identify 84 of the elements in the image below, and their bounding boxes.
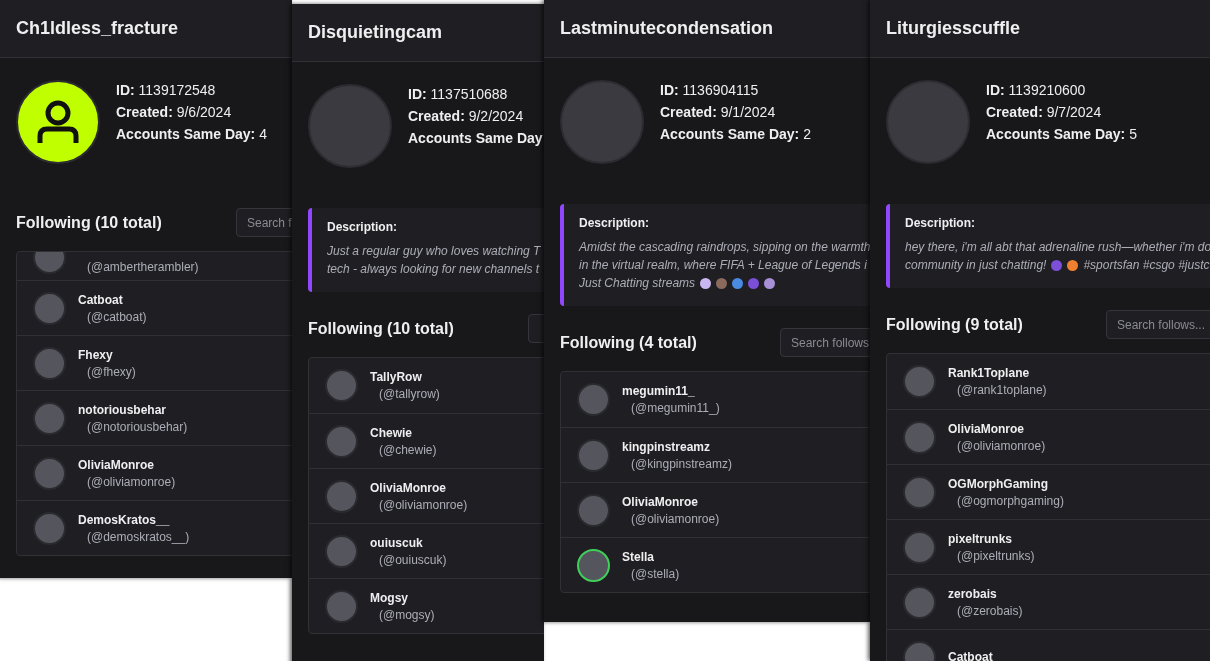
channel-handle: (@ogmorphgaming): [956, 493, 1064, 508]
info-line: Created: 9/1/2024: [660, 104, 777, 121]
description-text: hey there, i'm all abt that adrenaline rush—whether i'm do: [905, 239, 1210, 256]
description-text: #sportsfan #csgo #justc: [1083, 257, 1210, 274]
channel-name: Chewie: [370, 425, 413, 440]
description-text: Just Chatting streams: [579, 275, 696, 292]
channel-handle: (@kingpinstreamz): [630, 456, 732, 471]
description-text: Just a regular guy who loves watching T: [327, 243, 541, 260]
info-line: Created: 9/6/2024: [116, 104, 233, 121]
description-label: Description:: [579, 216, 650, 230]
channel-name: OliviaMonroe: [78, 457, 155, 472]
following-heading: Following (4 total): [560, 333, 698, 352]
channel-handle: (@pixeltrunks): [956, 548, 1035, 563]
info-line: Accounts Same Day: 2: [660, 126, 811, 143]
follow-row[interactable]: megumin11_ (@megumin11_): [561, 372, 870, 427]
info-line: Created: 9/2/2024: [408, 108, 525, 125]
channel-handle: (@catboat): [86, 309, 147, 324]
info-line: ID: 1136904115: [660, 82, 760, 99]
search-field[interactable]: Search follows...: [1106, 310, 1210, 339]
channel-handle: (@zerobais): [956, 603, 1023, 618]
description-text: in the virtual realm, where FIFA + League of Legends i: [579, 257, 867, 274]
channel-handle: (@tallyrow): [378, 387, 440, 401]
info-line: Accounts Same Day: [408, 130, 543, 147]
channel-name: OliviaMonroe: [622, 494, 699, 509]
channel-handle: (@ouiuscuk): [378, 552, 447, 567]
follow-row[interactable]: OliviaMonroe (@oliviamonroe): [887, 409, 1210, 464]
channel-name: Mogsy: [370, 590, 409, 605]
channel-handle: (@stella): [630, 566, 680, 581]
channel-name: megumin11_: [622, 384, 696, 398]
following-heading: Following (10 total): [16, 213, 163, 232]
follow-row[interactable]: OGMorphGaming (@ogmorphgaming): [887, 464, 1210, 519]
channel-name: OliviaMonroe: [370, 480, 447, 495]
info-line: ID: 1137510688: [408, 86, 509, 103]
channel-handle: (@ambertherambler): [86, 260, 199, 274]
info-line: Accounts Same Day: 4: [116, 126, 267, 143]
channel-handle: (@rank1toplane): [956, 383, 1047, 397]
description-text: Amidst the cascading raindrops, sipping on the warmth: [579, 239, 870, 256]
following-heading: Following (9 total): [886, 315, 1024, 334]
username-title: Disquietingcam: [308, 22, 443, 43]
channel-name: OliviaMonroe: [948, 421, 1025, 436]
description-text: community in just chatting!: [905, 257, 1047, 274]
follow-row[interactable]: Rank1Toplane (@rank1toplane): [887, 354, 1210, 409]
channel-name: TallyRow: [370, 370, 423, 384]
follow-row[interactable]: pixeltrunks (@pixeltrunks): [887, 519, 1210, 574]
follow-row[interactable]: Catboat: [887, 629, 1210, 661]
channel-handle: (@notoriousbehar): [86, 419, 188, 434]
channel-handle: (@oliviamonroe): [378, 497, 468, 512]
username-title: Liturgiesscuffle: [886, 18, 1021, 39]
username-title: Ch1ldless_fracture: [16, 18, 179, 39]
description-label: Description:: [905, 216, 976, 230]
following-heading: Following (10 total): [308, 319, 455, 338]
follow-row[interactable]: TallyRow (@tallyrow): [309, 358, 544, 413]
channel-handle: (@oliviamonroe): [630, 511, 720, 526]
person-icon: [35, 99, 81, 145]
description-label: Description:: [327, 220, 398, 234]
channel-handle: (@chewie): [378, 442, 437, 457]
description-text: tech - always looking for new channels t: [327, 261, 540, 278]
channel-name: OGMorphGaming: [948, 476, 1049, 491]
channel-name: zerobais: [948, 586, 998, 601]
follow-row[interactable]: (@ambertherambler): [17, 252, 292, 280]
info-line: Created: 9/7/2024: [986, 104, 1103, 121]
channel-name: Fhexy: [78, 347, 114, 362]
search-field[interactable]: Search f: [236, 208, 292, 237]
channel-name: notoriousbehar: [78, 402, 167, 417]
info-line: Accounts Same Day: 5: [986, 126, 1137, 143]
channel-name: kingpinstreamz: [622, 439, 712, 454]
channel-name: Catboat: [78, 292, 124, 307]
channel-handle: (@fhexy): [86, 364, 136, 379]
channel-name: Rank1Toplane: [948, 366, 1031, 380]
channel-name: DemosKratos__: [78, 512, 171, 527]
channel-handle: (@mogsy): [378, 607, 435, 622]
username-title: Lastminutecondensation: [560, 18, 774, 39]
info-line: ID: 1139172548: [116, 82, 217, 99]
channel-name: ouiuscuk: [370, 535, 424, 550]
channel-handle: (@oliviamonroe): [86, 474, 176, 489]
channel-name: Stella: [622, 549, 655, 564]
follow-row[interactable]: zerobais (@zerobais): [887, 574, 1210, 629]
info-line: ID: 1139210600: [986, 82, 1087, 99]
channel-handle: (@demoskratos__): [86, 529, 190, 544]
channel-name: Catboat: [948, 650, 993, 661]
channel-handle: (@megumin11_): [630, 401, 720, 415]
channel-handle: (@oliviamonroe): [956, 438, 1046, 453]
channel-name: pixeltrunks: [948, 531, 1014, 546]
search-field[interactable]: Search follows: [780, 328, 870, 357]
